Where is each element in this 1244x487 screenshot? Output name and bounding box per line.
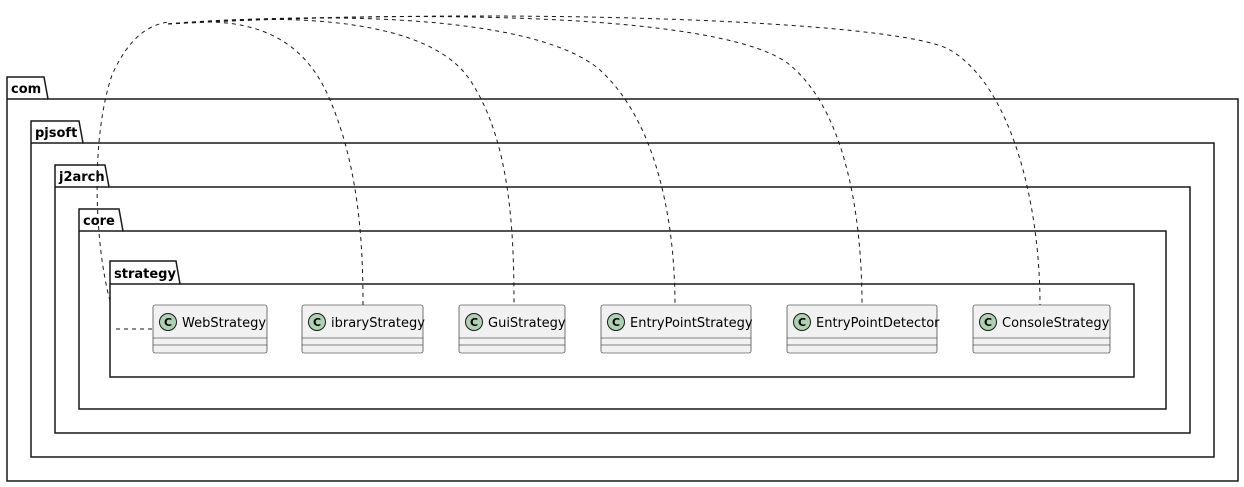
uml-class-diagram: com pjsoft j2arch core strategy C WebStr… [6, 15, 1239, 482]
class-guistrategy[interactable]: C GuiStrategy [458, 304, 566, 354]
class-name-consolestrategy: ConsoleStrategy [1002, 316, 1110, 331]
class-librarystrategy[interactable]: C ibraryStrategy [301, 304, 425, 354]
class-name-guistrategy: GuiStrategy [488, 316, 566, 331]
class-stereotype-glyph: C [798, 316, 806, 329]
class-stereotype-glyph: C [313, 316, 321, 329]
class-stereotype-glyph: C [984, 316, 992, 329]
class-stereotype-glyph: C [470, 316, 478, 329]
class-name-webstrategy: WebStrategy [182, 316, 266, 331]
class-name-librarystrategy: ibraryStrategy [331, 316, 425, 331]
package-label-com: com [11, 82, 41, 97]
class-entrypointstrategy[interactable]: C EntryPointStrategy [600, 304, 753, 354]
class-name-entrypointdetector: EntryPointDetector [816, 316, 940, 331]
class-entrypointdetector[interactable]: C EntryPointDetector [786, 304, 940, 354]
package-label-pjsoft: pjsoft [35, 126, 77, 141]
package-label-strategy: strategy [114, 267, 176, 282]
class-consolestrategy[interactable]: C ConsoleStrategy [972, 304, 1111, 354]
class-name-entrypointstrategy: EntryPointStrategy [630, 316, 753, 331]
class-stereotype-glyph: C [164, 316, 172, 329]
class-stereotype-glyph: C [612, 316, 620, 329]
class-webstrategy[interactable]: C WebStrategy [152, 304, 268, 354]
